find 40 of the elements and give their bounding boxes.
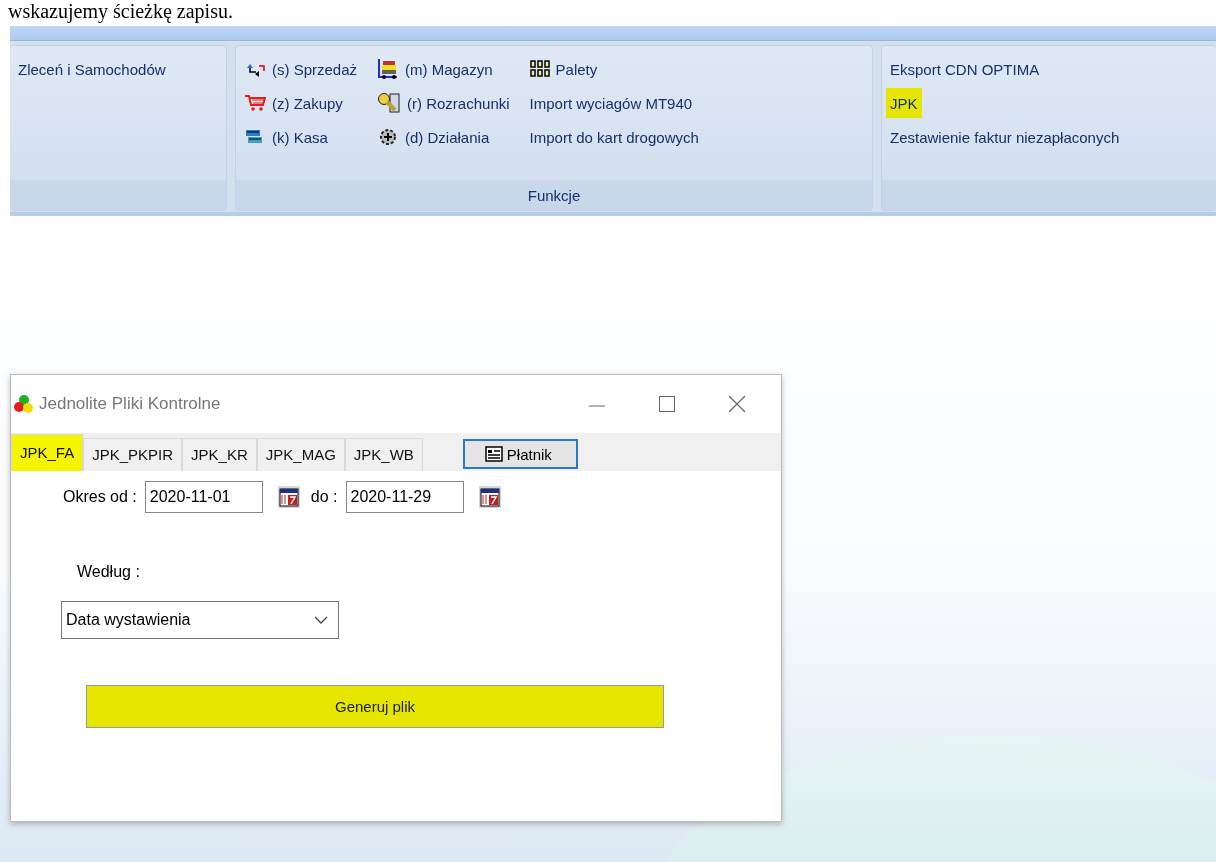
tab[interactable]: JPK_WB xyxy=(344,438,423,471)
field-label: Okres od : xyxy=(63,488,137,506)
ribbon-command[interactable]: Zestawienie faktur niezapłaconych xyxy=(886,122,1124,152)
caption-text: wskazujemy ścieżkę zapisu. xyxy=(8,0,234,22)
tab[interactable]: JPK_KR xyxy=(182,438,257,471)
form-icon xyxy=(484,446,503,462)
key-icon xyxy=(377,92,402,114)
ribbon-command[interactable]: Zleceń i Samochodów xyxy=(14,54,170,84)
field-label: Według : xyxy=(77,563,141,581)
group-label: Funkcje xyxy=(527,186,581,204)
tab[interactable]: JPK_FA xyxy=(11,434,84,471)
ribbon-command[interactable]: Import wyciagów MT940 xyxy=(525,88,697,118)
calendar-icon[interactable] xyxy=(276,485,301,509)
ribbon-command[interactable]: JPK xyxy=(886,88,922,118)
field-label: do : xyxy=(310,488,338,506)
app-logo-icon xyxy=(13,394,35,414)
generate-button[interactable]: Generuj plik xyxy=(86,685,664,728)
ribbon-command[interactable]: (r) Rozrachunki xyxy=(373,88,514,118)
warehouse-cart-icon xyxy=(377,58,400,80)
ribbon-command[interactable]: (d) Działania xyxy=(373,122,494,152)
ribbon-command[interactable]: Palety xyxy=(525,54,602,84)
cart-icon xyxy=(244,94,266,112)
tab[interactable]: JPK_PKPIR xyxy=(83,438,183,471)
maximize-icon[interactable] xyxy=(657,394,677,414)
chevron-icon xyxy=(314,616,328,624)
date-field[interactable]: 2020-11-01 xyxy=(144,481,263,513)
grid-icon xyxy=(529,60,550,78)
ribbon-command[interactable]: Eksport CDN OPTIMA xyxy=(886,54,1044,84)
dropdown[interactable]: Data wystawienia xyxy=(61,601,339,639)
ribbon-command[interactable]: (m) Magazyn xyxy=(373,54,497,84)
ribbon-command[interactable]: (z) Zakupy xyxy=(240,88,347,118)
window-title: Jednolite Pliki Kontrolne xyxy=(39,394,221,414)
date-field[interactable]: 2020-11-29 xyxy=(345,481,464,513)
tab[interactable]: JPK_MAG xyxy=(256,438,345,471)
close-icon[interactable] xyxy=(727,394,747,414)
calendar-icon[interactable] xyxy=(477,485,502,509)
ribbon-command[interactable]: Import do kart drogowych xyxy=(525,122,703,152)
ribbon-command[interactable]: (s) Sprzedaż xyxy=(240,54,362,84)
payer-button[interactable]: Płatnik xyxy=(462,439,578,469)
ribbon-command[interactable]: (k) Kasa xyxy=(240,122,332,152)
